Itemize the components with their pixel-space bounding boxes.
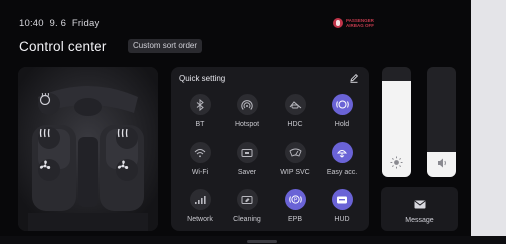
qs-cleaning[interactable]: Cleaning bbox=[227, 189, 267, 223]
wiper-service-icon bbox=[284, 142, 306, 163]
driver-seat-heat-icon[interactable] bbox=[38, 127, 60, 149]
qs-label: Hold bbox=[334, 121, 350, 128]
driver-seat-ventilation-icon[interactable] bbox=[38, 159, 60, 181]
clock-date: 9. 6 bbox=[49, 18, 67, 29]
bluetooth-icon bbox=[189, 94, 211, 115]
drag-handle[interactable] bbox=[247, 240, 277, 243]
message-button[interactable]: Message bbox=[381, 187, 458, 231]
wifi-icon bbox=[189, 142, 211, 163]
easy-access-icon bbox=[331, 142, 353, 163]
custom-sort-order-button[interactable]: Custom sort order bbox=[128, 39, 203, 53]
parking-brake-icon: P bbox=[284, 189, 306, 210]
clock-weekday: Friday bbox=[71, 18, 100, 29]
page-title: Control center bbox=[19, 39, 107, 54]
qs-hold[interactable]: Hold bbox=[322, 94, 362, 128]
qs-label: EPB bbox=[287, 216, 302, 223]
signal-icon bbox=[189, 189, 211, 210]
quick-setting-title: Quick setting bbox=[179, 74, 226, 83]
qs-label: BT bbox=[195, 121, 205, 128]
qs-label: Wi-Fi bbox=[191, 169, 209, 176]
status-bar: 10:40 9. 6 Friday bbox=[19, 18, 99, 29]
screen-cleaning-icon bbox=[236, 189, 258, 210]
airbag-icon bbox=[333, 18, 343, 28]
sun-icon bbox=[382, 156, 411, 169]
qs-label: Hotspot bbox=[234, 121, 260, 128]
qs-label: Cleaning bbox=[233, 216, 261, 223]
auto-hold-icon bbox=[331, 94, 353, 115]
edit-pencil-icon[interactable] bbox=[349, 73, 359, 83]
right-edge-strip bbox=[471, 0, 506, 244]
qs-hotspot[interactable]: Hotspot bbox=[227, 94, 267, 128]
qs-wip-svc[interactable]: WIP SVC bbox=[275, 142, 315, 176]
passenger-seat-ventilation-icon[interactable] bbox=[116, 159, 138, 181]
qs-label: HUD bbox=[334, 216, 350, 223]
qs-epb[interactable]: P EPB bbox=[275, 189, 315, 223]
hill-descent-icon bbox=[284, 94, 306, 115]
qs-hud[interactable]: HUD bbox=[322, 189, 362, 223]
passenger-seat-heat-icon[interactable] bbox=[116, 127, 138, 149]
qs-bt[interactable]: BT bbox=[180, 94, 220, 128]
qs-wifi[interactable]: Wi-Fi bbox=[180, 142, 220, 176]
clock-time: 10:40 bbox=[19, 18, 44, 29]
hud-icon bbox=[331, 189, 353, 210]
envelope-icon bbox=[414, 200, 425, 209]
qs-label: HDC bbox=[287, 121, 303, 128]
speaker-icon bbox=[427, 157, 456, 169]
screen-saver-icon bbox=[236, 142, 258, 163]
passenger-airbag-indicator: PASSENGER AIRBAG OFF bbox=[333, 18, 386, 28]
qs-hdc[interactable]: HDC bbox=[275, 94, 315, 128]
message-label: Message bbox=[405, 217, 434, 224]
qs-label: WIP SVC bbox=[280, 169, 310, 176]
qs-label: Saver bbox=[237, 169, 257, 176]
qs-label: Network bbox=[187, 216, 213, 223]
volume-slider[interactable] bbox=[427, 67, 456, 177]
car-interior-image bbox=[18, 67, 158, 231]
qs-label: Easy acc. bbox=[326, 169, 358, 176]
steering-heat-icon[interactable] bbox=[38, 93, 60, 115]
qs-network[interactable]: Network bbox=[180, 189, 220, 223]
hotspot-icon bbox=[236, 94, 258, 115]
brightness-slider[interactable] bbox=[382, 67, 411, 177]
seat-climate-panel bbox=[18, 67, 158, 231]
qs-easy-access[interactable]: Easy acc. bbox=[322, 142, 362, 176]
quick-setting-panel: Quick setting BT Hotspot HDC Hold Wi-Fi … bbox=[171, 67, 369, 231]
qs-saver[interactable]: Saver bbox=[227, 142, 267, 176]
airbag-line2: AIRBAG OFF bbox=[346, 23, 374, 28]
